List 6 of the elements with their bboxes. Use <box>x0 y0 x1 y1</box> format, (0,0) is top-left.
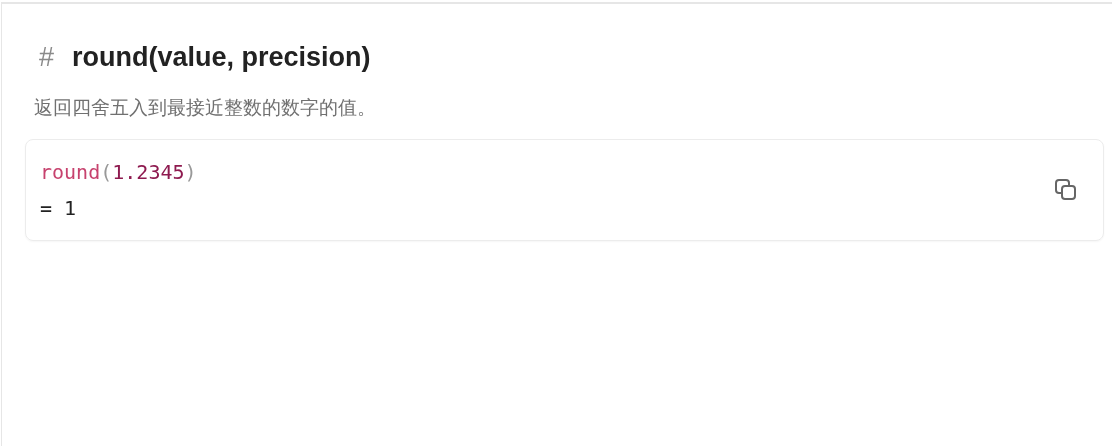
copy-icon[interactable] <box>1053 177 1079 203</box>
anchor-link[interactable]: # <box>39 41 55 73</box>
description-text: 返回四舍五入到最接近整数的数字的值。 <box>34 96 377 120</box>
result-line: = 1 <box>40 195 77 222</box>
code-line: round(1.2345) <box>40 159 197 186</box>
function-title: round(value, precision) <box>72 41 371 73</box>
